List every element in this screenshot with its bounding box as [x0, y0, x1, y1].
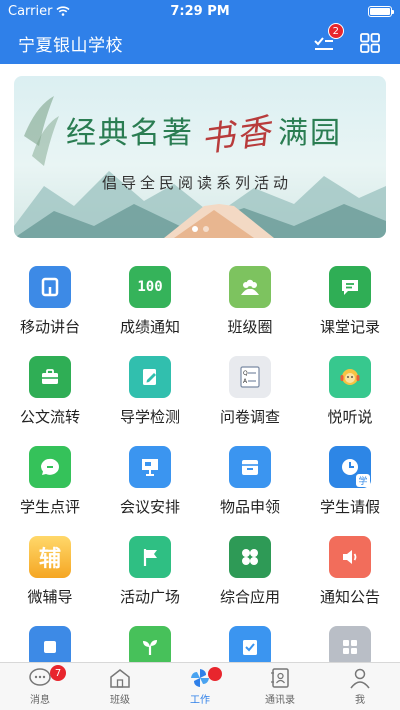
group-icon: [229, 266, 271, 308]
app-item[interactable]: 课堂记录: [300, 262, 400, 352]
app-label: 综合应用: [219, 588, 280, 606]
app-row: 学生点评 会议安排 物品申领 学学生请假: [0, 442, 400, 532]
app-label: 公文流转: [19, 408, 80, 426]
tab-class[interactable]: 班级: [80, 663, 160, 710]
app-label: 悦听说: [327, 408, 373, 426]
app-item[interactable]: 活动广场: [100, 532, 200, 622]
app-label: 通知公告: [319, 588, 380, 606]
tab-label: 通讯录: [265, 695, 295, 706]
app-label: 学生点评: [19, 498, 80, 516]
banner-headline-text: 经典名著: [66, 116, 194, 151]
app-item[interactable]: 移动讲台: [0, 262, 100, 352]
home-icon: [110, 669, 130, 688]
listen-avatar-icon: [329, 356, 371, 398]
clock-leave-icon: 学: [329, 446, 371, 488]
tab-label: 我: [355, 695, 365, 706]
tab-messages[interactable]: 7 消息: [0, 663, 80, 710]
app-label: 移动讲台: [19, 318, 80, 336]
app-row: 公文流转 导学检测 Q A 问卷调查 悦听说: [0, 352, 400, 442]
tab-label: 工作: [190, 695, 210, 706]
svg-text:Q: Q: [243, 370, 248, 377]
edit-doc-icon: [129, 356, 171, 398]
app-item[interactable]: 公文流转: [0, 352, 100, 442]
app-label: 问卷调查: [219, 408, 280, 426]
banner-subtitle: 倡导全民阅读系列活动: [102, 174, 293, 192]
apps-icon: [229, 536, 271, 578]
tasks-button[interactable]: 2: [312, 23, 344, 55]
slides-icon: [29, 266, 71, 308]
questionnaire-icon: QA: [229, 356, 271, 398]
app-row: 辅微辅导 活动广场 综合应用 通知公告: [0, 532, 400, 622]
wifi-icon: [56, 6, 71, 16]
app-label: 导学检测: [119, 408, 180, 426]
carousel-dots: [14, 226, 386, 232]
contacts-book-icon: [271, 668, 289, 688]
school-title: 宁夏银山学校: [18, 35, 123, 56]
app-item[interactable]: 学学生请假: [300, 442, 400, 532]
tab-label: 消息: [30, 695, 50, 706]
app-label: 活动广场: [119, 588, 180, 606]
battery-icon: [368, 5, 394, 17]
grid-menu-icon: [360, 33, 380, 53]
tab-label: 班级: [110, 695, 130, 706]
tab-contacts[interactable]: 通讯录: [240, 663, 320, 710]
status-bar: Carrier 7:29 PM: [0, 0, 400, 22]
message-bubble-icon: [29, 668, 51, 686]
scan-button[interactable]: [358, 31, 382, 55]
briefcase-icon: [29, 356, 71, 398]
person-icon: [350, 668, 370, 689]
tutor-icon: 辅: [29, 536, 71, 578]
promo-banner[interactable]: 经典名著 书香 满园 倡导全民阅读系列活动: [14, 76, 386, 238]
app-item[interactable]: 悦听说: [300, 352, 400, 442]
goods-icon: [229, 446, 271, 488]
app-item[interactable]: 班级圈: [200, 262, 300, 352]
banner-headline: 经典名著 书香 满园: [66, 108, 342, 161]
app-grid: 移动讲台 100 成绩通知 班级圈 课堂记录公文流转 导学检测 Q A 问卷调查 悦听说学生点评 会…: [0, 262, 400, 710]
tab-me[interactable]: 我: [320, 663, 400, 710]
app-item[interactable]: 通知公告: [300, 532, 400, 622]
app-label: 物品申领: [219, 498, 280, 516]
app-label: 学生请假: [319, 498, 380, 516]
work-badge-dot: [208, 667, 222, 681]
speaker-icon: [329, 536, 371, 578]
app-item[interactable]: 100 成绩通知: [100, 262, 200, 352]
app-item[interactable]: 会议安排: [100, 442, 200, 532]
app-label: 课堂记录: [319, 318, 380, 336]
app-item[interactable]: 物品申领: [200, 442, 300, 532]
header-bar: 宁夏银山学校 2: [0, 22, 400, 64]
app-label: 会议安排: [119, 498, 180, 516]
tasks-badge: 2: [327, 23, 344, 39]
presentation-icon: [129, 446, 171, 488]
carrier-label: Carrier: [8, 3, 53, 19]
banner-brush-text: 书香: [198, 111, 275, 161]
app-item[interactable]: Q A 问卷调查: [200, 352, 300, 442]
app-label: 班级圈: [227, 318, 273, 336]
carousel-dot[interactable]: [202, 226, 209, 232]
banner-headline-end: 满园: [278, 116, 342, 151]
flag-icon: [129, 536, 171, 578]
banner-landscape-image: [14, 96, 386, 238]
score-icon: 100: [129, 266, 171, 308]
chat-record-icon: [329, 266, 371, 308]
app-item[interactable]: 学生点评: [0, 442, 100, 532]
app-row: 移动讲台 100 成绩通知 班级圈 课堂记录: [0, 262, 400, 352]
carousel-dot-active[interactable]: [191, 226, 198, 232]
tab-work[interactable]: 工作: [160, 663, 240, 710]
bottom-tab-bar: 7 消息 班级 工作 通讯录 我: [0, 662, 400, 710]
app-item[interactable]: 综合应用: [200, 532, 300, 622]
app-label: 成绩通知: [119, 318, 180, 336]
messages-badge: 7: [50, 665, 66, 681]
app-item[interactable]: 导学检测: [100, 352, 200, 442]
app-item[interactable]: 辅微辅导: [0, 532, 100, 622]
app-label: 微辅导: [27, 588, 73, 606]
comment-icon: [29, 446, 71, 488]
